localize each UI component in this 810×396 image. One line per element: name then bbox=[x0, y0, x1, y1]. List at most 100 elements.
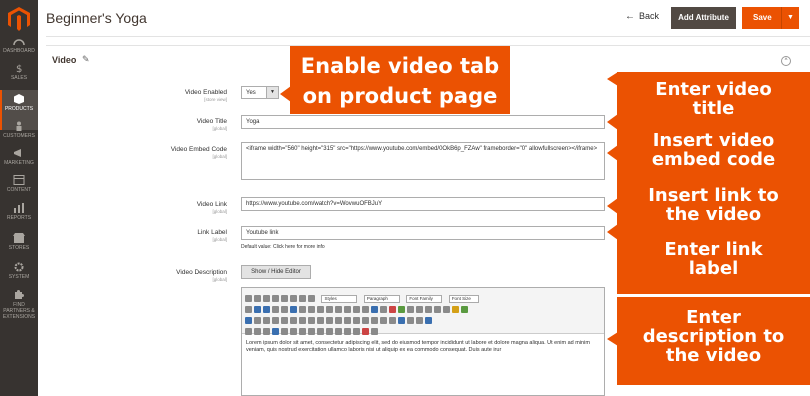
back-button[interactable]: ← Back bbox=[625, 11, 659, 22]
callout-line: Enable video tab bbox=[300, 54, 500, 78]
scope-label: [global] bbox=[212, 209, 227, 214]
video-link-input[interactable]: https://www.youtube.com/watch?v=WovwuOFB… bbox=[241, 197, 605, 211]
sidebar-item-label: FIND PARTNERS & EXTENSIONS bbox=[2, 302, 36, 320]
toolbar-row-3 bbox=[245, 312, 601, 325]
sidebar-item-stores[interactable]: STORES bbox=[0, 233, 38, 251]
sidebar-item-label: REPORTS bbox=[6, 215, 32, 221]
callout-line: the video bbox=[665, 345, 762, 366]
label-video-description: Video Description [global] bbox=[107, 269, 227, 282]
callout-line: Enter link bbox=[664, 239, 763, 260]
sidebar-item-system[interactable]: SYSTEM bbox=[0, 262, 38, 280]
callout-line: label bbox=[688, 258, 739, 279]
callout-link-label: Enter link label bbox=[617, 240, 810, 278]
collapse-icon[interactable]: ^ bbox=[781, 56, 791, 66]
scope-label: [store view] bbox=[204, 97, 227, 102]
nonbreaking-icon[interactable] bbox=[353, 328, 360, 336]
pagebreak-icon[interactable] bbox=[371, 328, 378, 336]
acronym-icon[interactable] bbox=[308, 328, 315, 336]
callout-line: Enter bbox=[686, 307, 741, 328]
svg-text:$: $ bbox=[16, 64, 22, 73]
show-hide-editor-button[interactable]: Show / Hide Editor bbox=[241, 265, 311, 279]
callout-line: Enter video bbox=[655, 79, 772, 100]
sidebar-item-label: CUSTOMERS bbox=[3, 133, 35, 139]
sidebar-item-label: SALES bbox=[10, 75, 28, 81]
editor-content[interactable]: Lorem ipsum dolor sit amet, consectetur … bbox=[246, 340, 601, 354]
arrow-left-icon: ← bbox=[625, 11, 635, 22]
video-title-input[interactable]: Yoga bbox=[241, 115, 605, 129]
section-title-video[interactable]: Video bbox=[52, 55, 76, 65]
label-video-title: Video Title [global] bbox=[107, 118, 227, 131]
field-label: Video Description bbox=[176, 269, 227, 276]
layout-icon bbox=[13, 175, 25, 185]
pencil-icon[interactable]: ✎ bbox=[82, 54, 90, 65]
person-icon bbox=[16, 121, 22, 131]
label-video-embed-code: Video Embed Code [global] bbox=[107, 146, 227, 159]
sidebar-item-partners[interactable]: FIND PARTNERS & EXTENSIONS bbox=[0, 290, 38, 320]
page-title: Beginner's Yoga bbox=[46, 10, 147, 26]
move-backward-icon[interactable] bbox=[263, 328, 270, 336]
sidebar-item-label: DASHBOARD bbox=[3, 48, 35, 54]
dollar-icon: $ bbox=[16, 64, 22, 73]
ins-icon[interactable] bbox=[326, 328, 333, 336]
label-video-link: Video Link [global] bbox=[107, 201, 227, 214]
callout-line: title bbox=[692, 98, 735, 119]
label-link-label: Link Label [global] bbox=[107, 229, 227, 242]
style-props-icon[interactable] bbox=[281, 328, 288, 336]
visual-chars-icon[interactable] bbox=[344, 328, 351, 336]
absolute-icon[interactable] bbox=[272, 328, 279, 336]
save-label: Save bbox=[753, 13, 772, 22]
bar-chart-icon bbox=[14, 203, 24, 213]
save-button[interactable]: Save ▼ bbox=[742, 7, 799, 29]
video-embed-textarea[interactable]: <iframe width="560" height="315" src="ht… bbox=[241, 142, 605, 180]
scope-label: [global] bbox=[212, 154, 227, 159]
layer-icon[interactable] bbox=[245, 328, 252, 336]
link-label-input[interactable]: Youtube link bbox=[241, 226, 605, 240]
callout-line: Insert link to bbox=[648, 185, 779, 206]
default-value-note: Default value: Click here for more info bbox=[241, 244, 325, 250]
gear-icon bbox=[14, 262, 24, 272]
field-label: Video Title bbox=[196, 118, 227, 125]
scope-label: [global] bbox=[212, 126, 227, 131]
callout-video-link: Insert link to the video bbox=[617, 186, 810, 224]
caret-down-icon: ▼ bbox=[266, 87, 278, 98]
callout-line: on product page bbox=[302, 84, 498, 108]
callout-line: Insert video bbox=[652, 130, 775, 151]
callout-embed-code: Insert video embed code bbox=[617, 131, 810, 169]
scope-label: [global] bbox=[212, 277, 227, 282]
toolbar-row-4 bbox=[245, 323, 601, 336]
sidebar-item-customers[interactable]: CUSTOMERS bbox=[0, 121, 38, 139]
field-label: Video Embed Code bbox=[170, 146, 227, 153]
admin-sidebar: DASHBOARD $ SALES PRODUCTS CUSTOMERS MAR… bbox=[0, 0, 38, 396]
sidebar-item-content[interactable]: CONTENT bbox=[0, 175, 38, 193]
store-icon bbox=[13, 233, 25, 243]
sidebar-item-reports[interactable]: REPORTS bbox=[0, 203, 38, 221]
video-enabled-select[interactable]: Yes ▼ bbox=[241, 86, 279, 99]
cite-icon[interactable] bbox=[290, 328, 297, 336]
template-icon[interactable] bbox=[362, 328, 369, 336]
abbr-icon[interactable] bbox=[299, 328, 306, 336]
callout-video-title: Enter video title bbox=[617, 80, 810, 118]
header-divider bbox=[46, 36, 810, 37]
sidebar-item-marketing[interactable]: MARKETING bbox=[0, 148, 38, 166]
callout-description: Enter description to the video bbox=[607, 297, 810, 385]
sidebar-item-dashboard[interactable]: DASHBOARD bbox=[0, 36, 38, 54]
field-label: Video Enabled bbox=[184, 89, 227, 96]
label-video-enabled: Video Enabled [store view] bbox=[107, 89, 227, 102]
sidebar-item-sales[interactable]: $ SALES bbox=[0, 63, 38, 81]
sidebar-item-label: PRODUCTS bbox=[4, 106, 34, 112]
caret-down-icon: ▼ bbox=[787, 14, 794, 21]
callout-enable-video-tab: Enable video tab on product page bbox=[280, 46, 510, 114]
magento-logo-icon[interactable] bbox=[8, 7, 30, 31]
select-value: Yes bbox=[246, 90, 256, 96]
callout-line: embed code bbox=[651, 149, 776, 170]
attribs-icon[interactable] bbox=[335, 328, 342, 336]
puzzle-icon bbox=[15, 290, 24, 299]
callout-line: description to bbox=[642, 326, 785, 347]
box-icon bbox=[14, 94, 24, 104]
sidebar-item-label: CONTENT bbox=[6, 187, 32, 193]
add-attribute-button[interactable]: Add Attribute bbox=[671, 7, 736, 29]
move-forward-icon[interactable] bbox=[254, 328, 261, 336]
del-icon[interactable] bbox=[317, 328, 324, 336]
wysiwyg-editor[interactable]: Styles Paragraph Font Family Font Size L… bbox=[241, 287, 605, 396]
save-dropdown-toggle[interactable]: ▼ bbox=[781, 7, 799, 29]
